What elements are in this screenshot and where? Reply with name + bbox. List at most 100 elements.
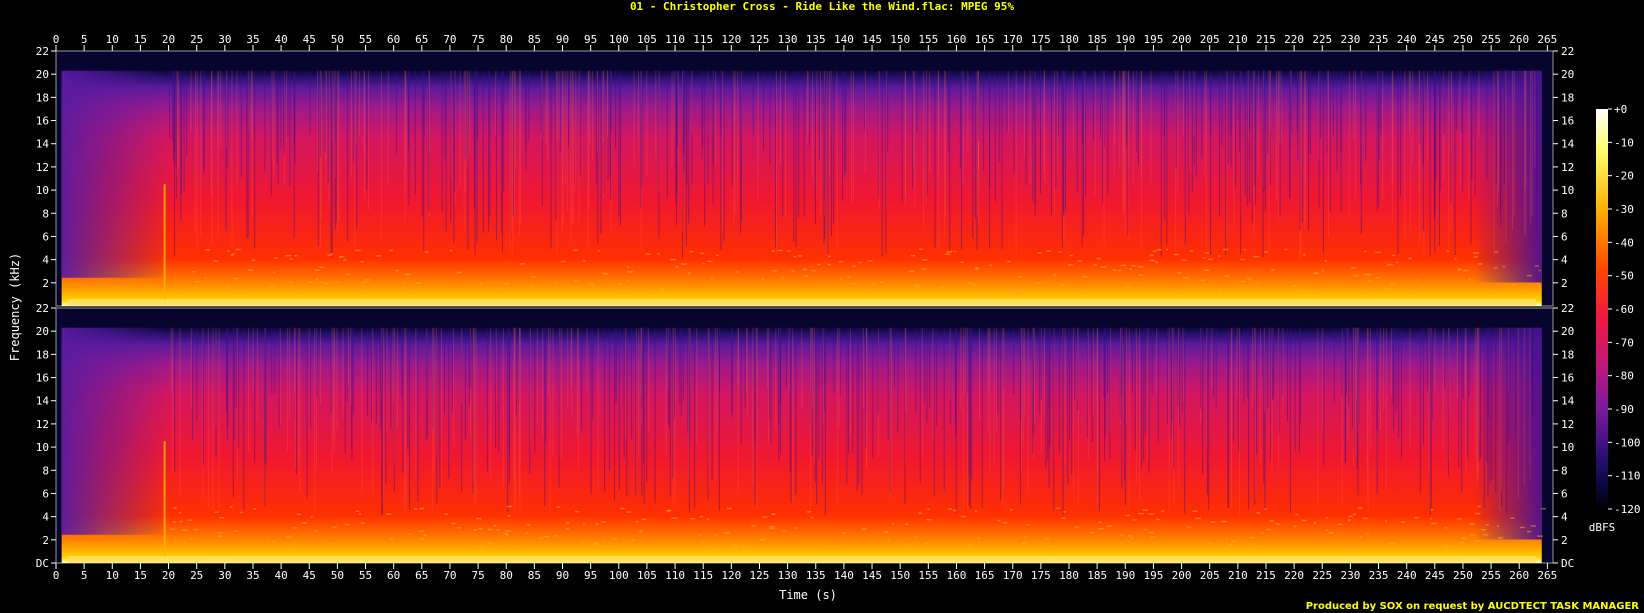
y-tick-label-right: 6 (1561, 230, 1568, 243)
x-tick-label-bottom: 250 (1453, 569, 1473, 582)
y-tick-label-left: 12 (36, 161, 49, 174)
x-tick-label-bottom: 110 (665, 569, 685, 582)
x-tick-label-bottom: 240 (1397, 569, 1417, 582)
spectrogram-panels (55, 50, 1554, 564)
x-tick-label-bottom: 160 (947, 569, 967, 582)
y-tick-label-left: 18 (36, 348, 49, 361)
x-tick-label-top: 10 (106, 33, 119, 46)
spectrogram-panel-2 (55, 307, 1554, 564)
x-tick-label-bottom: 70 (443, 569, 456, 582)
x-tick-label-top: 235 (1369, 33, 1389, 46)
x-tick-label-top: 150 (890, 33, 910, 46)
x-tick-label-top: 250 (1453, 33, 1473, 46)
x-tick-label-top: 155 (918, 33, 938, 46)
x-tick-label-bottom: 35 (246, 569, 259, 582)
x-tick-label-top: 35 (246, 33, 259, 46)
x-tick-label-bottom: 55 (359, 569, 372, 582)
x-tick-label-top: 65 (415, 33, 428, 46)
x-tick-label-top: 95 (584, 33, 597, 46)
x-tick-label-top: 105 (637, 33, 657, 46)
x-tick-label-top: 230 (1340, 33, 1360, 46)
x-tick-label-bottom: 85 (528, 569, 541, 582)
x-tick-label-top: 170 (1003, 33, 1023, 46)
y-tick-label-left: 16 (36, 115, 49, 128)
colorbar-scale (1596, 109, 1608, 509)
x-tick-label-bottom: 130 (778, 569, 798, 582)
x-tick-label-bottom: 155 (918, 569, 938, 582)
x-tick-label-bottom: 205 (1200, 569, 1220, 582)
x-tick-label-bottom: 10 (106, 569, 119, 582)
x-tick-label-top: 80 (500, 33, 513, 46)
x-tick-label-bottom: 30 (218, 569, 231, 582)
x-tick-label-top: 30 (218, 33, 231, 46)
x-tick-label-top: 40 (274, 33, 287, 46)
x-tick-label-top: 265 (1537, 33, 1557, 46)
footer-credit: Produced by SOX on request by AUCDTECT T… (1306, 601, 1640, 612)
x-tick-label-bottom: 65 (415, 569, 428, 582)
y-tick-label-right: 16 (1561, 372, 1574, 385)
x-tick-label-bottom: 95 (584, 569, 597, 582)
colorbar: dBFS +0 -10 -20 -30 -40 -50 -60 -70 -80 -90 -100 -1… (1589, 103, 1641, 534)
y-tick-label-left: 14 (36, 138, 50, 151)
y-tick-label-right: 2 (1561, 277, 1568, 290)
x-tick-label-bottom: 75 (471, 569, 484, 582)
x-tick-label-top: 215 (1256, 33, 1276, 46)
y-tick-label-left: 10 (36, 184, 49, 197)
y-tick-label-left: 20 (36, 325, 49, 338)
x-tick-label-top: 200 (1172, 33, 1192, 46)
x-tick-label-bottom: 50 (331, 569, 344, 582)
y-tick-label-right: 14 (1561, 395, 1575, 408)
y-tick-label-right: 14 (1561, 138, 1575, 151)
chart-title: 01 - Christopher Cross - Ride Like the W… (630, 0, 1014, 13)
colorbar-tick-label: -70 (1614, 336, 1634, 349)
colorbar-tick-label: -80 (1614, 370, 1634, 383)
y-tick-label-right: 20 (1561, 68, 1574, 81)
y-tick-label-right: 10 (1561, 184, 1574, 197)
x-tick-label-bottom: 260 (1509, 569, 1529, 582)
x-tick-label-bottom: 175 (1031, 569, 1051, 582)
y-tick-label-left: 8 (42, 207, 49, 220)
x-tick-label-top: 210 (1228, 33, 1248, 46)
x-tick-label-top: 5 (81, 33, 88, 46)
low-frequency-band (67, 299, 1536, 306)
x-tick-label-top: 20 (162, 33, 175, 46)
y-tick-label-right: 10 (1561, 441, 1574, 454)
x-tick-label-bottom: 135 (806, 569, 826, 582)
x-tick-label-bottom: 15 (134, 569, 147, 582)
x-tick-label-bottom: 230 (1340, 569, 1360, 582)
colorbar-unit: dBFS (1589, 521, 1616, 534)
colorbar-tick-label: -100 (1614, 436, 1641, 449)
x-tick-label-top: 60 (387, 33, 400, 46)
y-tick-label-left: 18 (36, 91, 49, 104)
x-tick-label-top: 15 (134, 33, 147, 46)
colorbar-tick-label: -110 (1614, 470, 1641, 483)
x-tick-label-top: 120 (721, 33, 741, 46)
x-tick-label-bottom: 140 (834, 569, 854, 582)
x-tick-label-bottom: 80 (500, 569, 513, 582)
x-tick-label-bottom: 40 (274, 569, 287, 582)
x-tick-label-top: 195 (1143, 33, 1163, 46)
x-tick-label-bottom: 180 (1059, 569, 1079, 582)
x-tick-label-bottom: 150 (890, 569, 910, 582)
y-tick-label-left: 16 (36, 372, 49, 385)
x-tick-label-top: 240 (1397, 33, 1417, 46)
x-tick-label-bottom: 165 (975, 569, 995, 582)
x-tick-label-bottom: 220 (1284, 569, 1304, 582)
x-tick-label-bottom: 235 (1369, 569, 1389, 582)
x-tick-label-bottom: 200 (1172, 569, 1192, 582)
colorbar-tick-label: -20 (1614, 170, 1634, 183)
x-tick-label-bottom: 215 (1256, 569, 1276, 582)
y-tick-label-left: 10 (36, 441, 49, 454)
x-tick-label-top: 115 (693, 33, 713, 46)
y-tick-label-right: 18 (1561, 348, 1574, 361)
y-tick-label-left: 2 (42, 534, 49, 547)
x-tick-label-top: 205 (1200, 33, 1220, 46)
y-tick-label-right: 22 (1561, 302, 1574, 315)
y-tick-label-right: 12 (1561, 418, 1574, 431)
x-tick-label-bottom: 210 (1228, 569, 1248, 582)
x-tick-label-top: 90 (556, 33, 569, 46)
colorbar-tick-label: +0 (1614, 103, 1627, 116)
x-tick-label-bottom: 25 (190, 569, 203, 582)
x-tick-label-top: 255 (1481, 33, 1501, 46)
x-tick-label-top: 135 (806, 33, 826, 46)
